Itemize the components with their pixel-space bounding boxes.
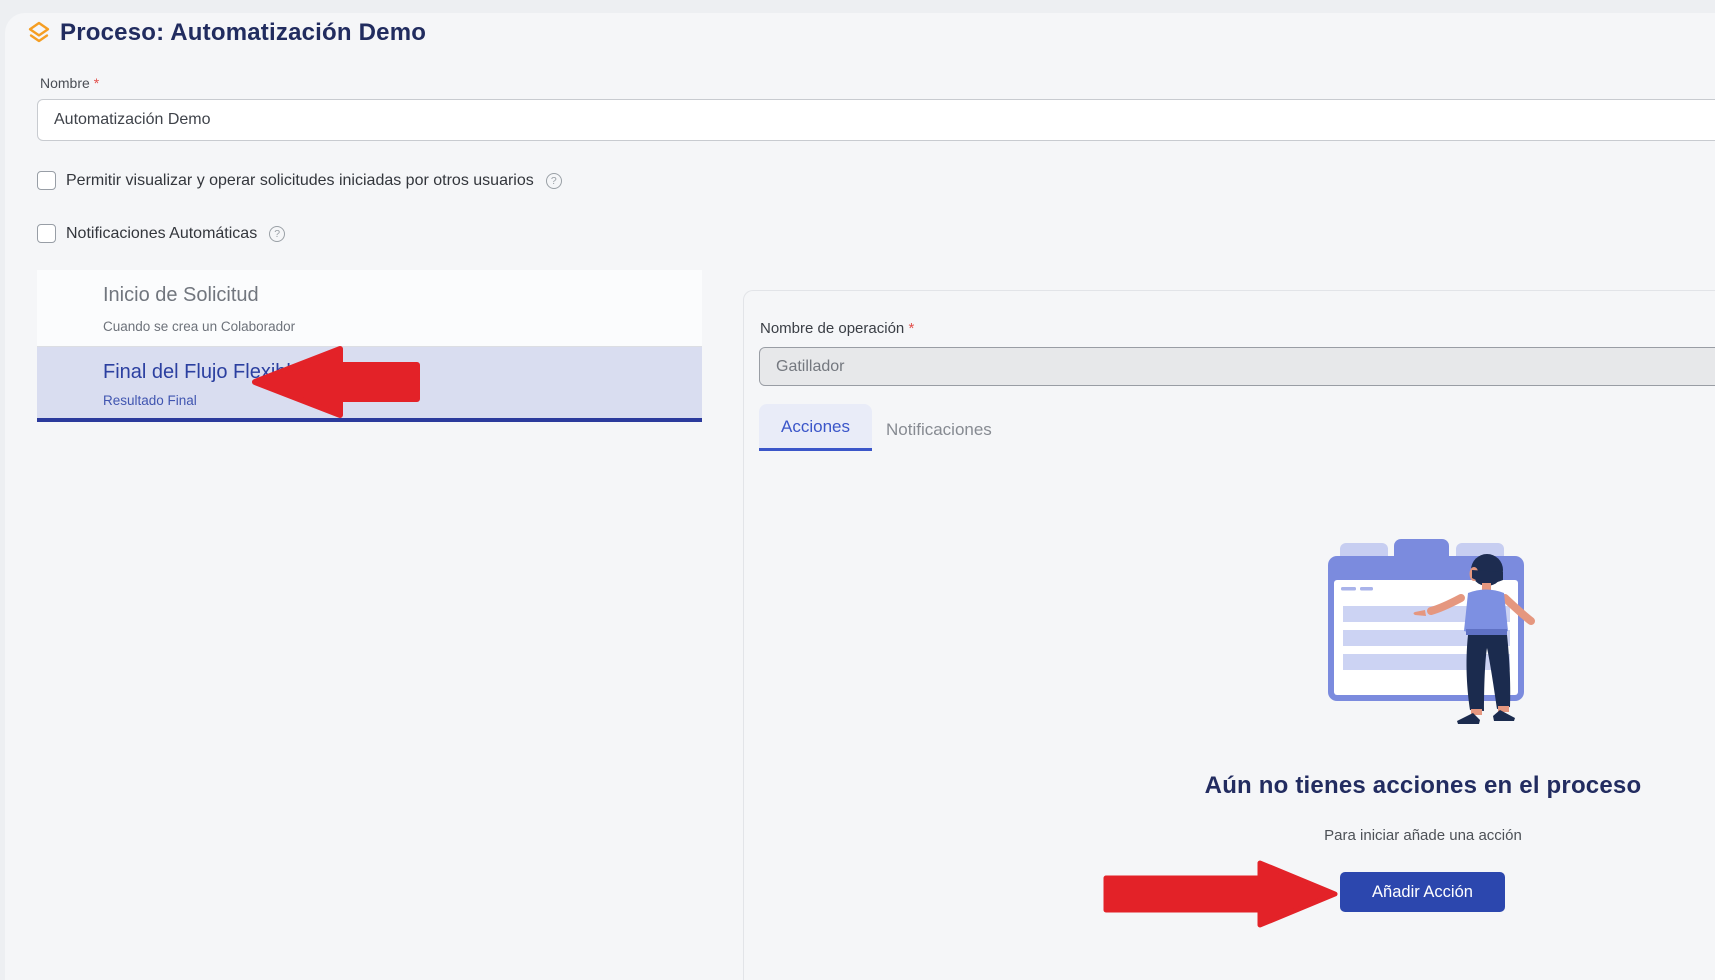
checkbox-row-visibility: Permitir visualizar y operar solicitudes… — [37, 171, 562, 190]
checkbox-row-notifications: Notificaciones Automáticas ? — [37, 224, 285, 243]
required-asterisk: * — [908, 320, 914, 337]
process-name-input[interactable] — [37, 99, 1715, 141]
red-arrow-left-icon — [250, 344, 422, 420]
help-icon[interactable]: ? — [269, 226, 285, 242]
stage-title: Inicio de Solicitud — [103, 284, 682, 307]
empty-state-subtitle: Para iniciar añade una acción — [1099, 827, 1715, 844]
stage-subtitle: Cuando se crea un Colaborador — [103, 319, 682, 334]
tab-acciones[interactable]: Acciones — [759, 404, 872, 451]
add-action-button[interactable]: Añadir Acción — [1340, 872, 1505, 912]
operation-name-label: Nombre de operación * — [760, 320, 914, 337]
auto-notifications-checkbox-label: Notificaciones Automáticas — [66, 225, 257, 243]
visibility-checkbox[interactable] — [37, 171, 56, 190]
auto-notifications-checkbox[interactable] — [37, 224, 56, 243]
tab-notificaciones[interactable]: Notificaciones — [872, 407, 1014, 451]
layers-icon — [27, 21, 51, 47]
required-asterisk: * — [94, 75, 99, 91]
stage-item-inicio-de-solicitud[interactable]: Inicio de Solicitud Cuando se crea un Co… — [37, 270, 702, 347]
tab-bar: Acciones Notificaciones — [759, 404, 1014, 451]
visibility-checkbox-label: Permitir visualizar y operar solicitudes… — [66, 172, 534, 190]
page-title: Proceso: Automatización Demo — [60, 19, 426, 47]
operation-name-input — [759, 347, 1715, 386]
window-dash — [1360, 587, 1373, 591]
window-dash — [1341, 587, 1356, 591]
empty-state-illustration — [1210, 488, 1555, 743]
main-content-card: Proceso: Automatización Demo Nombre * Pe… — [5, 13, 1715, 980]
red-arrow-right-icon — [1100, 857, 1340, 931]
help-icon[interactable]: ? — [546, 173, 562, 189]
name-field-label: Nombre * — [40, 75, 99, 91]
empty-state-title: Aún no tienes acciones en el proceso — [1099, 772, 1715, 800]
